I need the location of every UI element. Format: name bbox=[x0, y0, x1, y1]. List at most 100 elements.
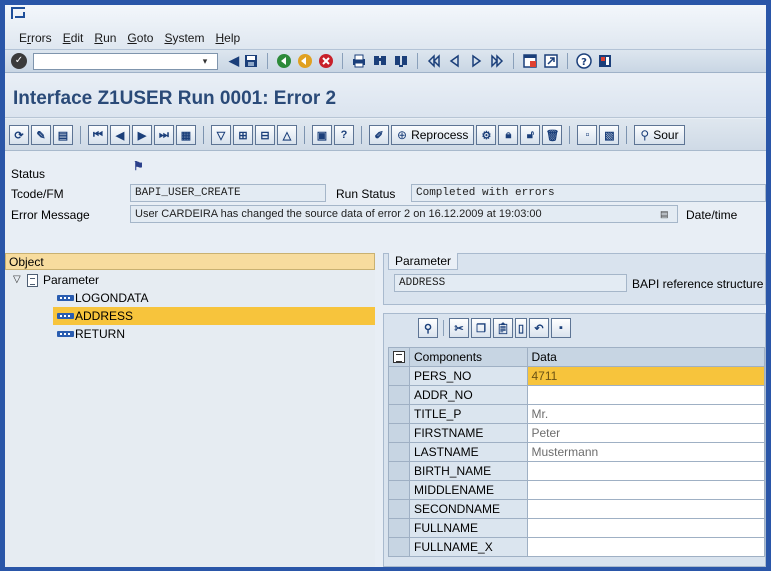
toolbar-separator bbox=[304, 126, 305, 144]
refresh-icon[interactable]: ⟳ bbox=[9, 125, 29, 145]
column-header-data[interactable]: Data bbox=[526, 347, 765, 367]
shortcut-icon[interactable] bbox=[542, 52, 560, 70]
lock-icon[interactable]: 🔒︎ bbox=[498, 125, 519, 145]
source-button[interactable]: ⚲ Sour bbox=[634, 125, 685, 145]
data-cell[interactable]: Peter bbox=[526, 423, 765, 443]
components-table: Components Data PERS_NO 4711 ADDR_NO TIT… bbox=[388, 347, 765, 557]
data-cell[interactable]: Mustermann bbox=[526, 442, 765, 462]
details-icon[interactable]: ▤ bbox=[53, 125, 73, 145]
table-row: BIRTH_NAME bbox=[388, 461, 765, 481]
help-icon[interactable]: ? bbox=[575, 52, 593, 70]
tree-node-return[interactable]: RETURN bbox=[5, 325, 375, 343]
insert-row-icon[interactable]: ▯ bbox=[515, 318, 527, 338]
display-change-icon[interactable]: ✎ bbox=[31, 125, 51, 145]
find-next-icon[interactable] bbox=[392, 52, 410, 70]
undo-icon[interactable]: ↶ bbox=[529, 318, 549, 338]
tree-column-header[interactable]: Object bbox=[5, 253, 375, 270]
cancel-icon[interactable] bbox=[317, 52, 335, 70]
expand-triangle-icon[interactable]: ▽ bbox=[13, 271, 21, 289]
new-session-icon[interactable] bbox=[521, 52, 539, 70]
filter-icon[interactable]: ▽ bbox=[211, 125, 231, 145]
find-icon[interactable] bbox=[371, 52, 389, 70]
data-cell[interactable] bbox=[526, 480, 765, 500]
error-message-more-icon[interactable]: ▤ bbox=[660, 209, 669, 220]
info-icon[interactable]: ? bbox=[334, 125, 354, 145]
up-icon[interactable]: △ bbox=[277, 125, 297, 145]
expand-icon[interactable]: ⊞ bbox=[233, 125, 253, 145]
row-selector[interactable] bbox=[388, 518, 410, 538]
next-page-icon[interactable] bbox=[467, 52, 485, 70]
previous-page-icon[interactable] bbox=[446, 52, 464, 70]
overview-icon[interactable]: ▦ bbox=[176, 125, 196, 145]
back-icon[interactable] bbox=[275, 52, 293, 70]
row-selector[interactable] bbox=[388, 385, 410, 405]
row-selector[interactable] bbox=[388, 480, 410, 500]
row-selector[interactable] bbox=[388, 366, 410, 386]
component-cell: LASTNAME bbox=[409, 442, 528, 462]
row-selector[interactable] bbox=[388, 404, 410, 424]
save-icon[interactable] bbox=[242, 52, 260, 70]
command-history-dropdown-icon[interactable]: ▾ bbox=[198, 54, 212, 69]
first-record-icon[interactable]: ⏮ bbox=[88, 125, 108, 145]
cut-icon[interactable]: ✂ bbox=[449, 318, 469, 338]
error-message-label: Error Message bbox=[11, 208, 90, 222]
tree-node-address[interactable]: ADDRESS bbox=[5, 307, 375, 325]
tree-node-parameter[interactable]: ▽ Parameter bbox=[5, 271, 375, 289]
data-cell[interactable] bbox=[526, 537, 765, 557]
data-cell[interactable] bbox=[526, 499, 765, 519]
reprocess-button[interactable]: ⊕ Reprocess bbox=[391, 125, 475, 145]
row-selector[interactable] bbox=[388, 499, 410, 519]
parameter-name-field[interactable]: ADDRESS bbox=[394, 274, 627, 292]
layout-menu-icon[interactable] bbox=[596, 52, 614, 70]
document-icon[interactable]: ▧ bbox=[599, 125, 620, 145]
data-cell[interactable] bbox=[526, 461, 765, 481]
collapse-icon[interactable]: ⊟ bbox=[255, 125, 275, 145]
next-record-icon[interactable]: ▶ bbox=[132, 125, 152, 145]
parameter-description: BAPI reference structure bbox=[632, 277, 764, 291]
copy-icon[interactable]: ❐ bbox=[471, 318, 491, 338]
sap-system-menu-icon[interactable] bbox=[11, 7, 25, 19]
column-header-components[interactable]: Components bbox=[409, 347, 528, 367]
grid-save-icon[interactable]: ▪ bbox=[551, 318, 571, 338]
settings-icon[interactable]: ⚙ bbox=[476, 125, 497, 145]
row-selector[interactable] bbox=[388, 461, 410, 481]
tab-parameter[interactable]: Parameter bbox=[388, 253, 459, 270]
menu-goto[interactable]: Goto bbox=[127, 31, 153, 45]
data-cell[interactable]: Mr. bbox=[526, 404, 765, 424]
component-cell: SECONDNAME bbox=[409, 499, 528, 519]
select-all-cell[interactable] bbox=[388, 347, 410, 367]
run-status-field[interactable]: Completed with errors bbox=[411, 184, 766, 202]
exit-icon[interactable] bbox=[296, 52, 314, 70]
edit-pencil-icon[interactable]: ✐ bbox=[369, 125, 389, 145]
paste-icon[interactable]: 📋︎ bbox=[493, 318, 513, 338]
command-field[interactable] bbox=[33, 53, 218, 70]
tcode-field[interactable]: BAPI_USER_CREATE bbox=[130, 184, 326, 202]
row-selector[interactable] bbox=[388, 442, 410, 462]
data-cell[interactable]: 4711 bbox=[526, 366, 765, 386]
menu-help[interactable]: Help bbox=[215, 31, 240, 45]
enter-check-icon[interactable]: ✓ bbox=[11, 53, 27, 69]
data-cell[interactable] bbox=[526, 385, 765, 405]
unlock-icon[interactable]: 🔓︎ bbox=[520, 125, 541, 145]
log-icon[interactable]: ▣ bbox=[312, 125, 332, 145]
tree-node-label: ADDRESS bbox=[75, 309, 134, 323]
menu-run[interactable]: Run bbox=[94, 31, 116, 45]
last-record-icon[interactable]: ⏭ bbox=[154, 125, 174, 145]
row-selector[interactable] bbox=[388, 537, 410, 557]
first-page-icon[interactable] bbox=[425, 52, 443, 70]
row-selector[interactable] bbox=[388, 423, 410, 443]
menu-edit[interactable]: Edit bbox=[63, 31, 84, 45]
print-icon[interactable] bbox=[350, 52, 368, 70]
last-page-icon[interactable] bbox=[488, 52, 506, 70]
menu-system[interactable]: System bbox=[164, 31, 204, 45]
tree-node-logondata[interactable]: LOGONDATA bbox=[5, 289, 375, 307]
data-cell[interactable] bbox=[526, 518, 765, 538]
previous-record-icon[interactable]: ◀ bbox=[110, 125, 130, 145]
back-arrow-icon[interactable]: ◀ bbox=[229, 52, 239, 70]
error-message-field[interactable]: User CARDEIRA has changed the source dat… bbox=[130, 205, 678, 223]
status-label: Status bbox=[11, 167, 46, 181]
details-magnifier-icon[interactable]: ⚲ bbox=[418, 318, 438, 338]
select-icon[interactable]: ▫ bbox=[577, 125, 598, 145]
delete-icon[interactable]: 🗑︎ bbox=[542, 125, 563, 145]
menu-errors[interactable]: Errors bbox=[19, 31, 52, 45]
